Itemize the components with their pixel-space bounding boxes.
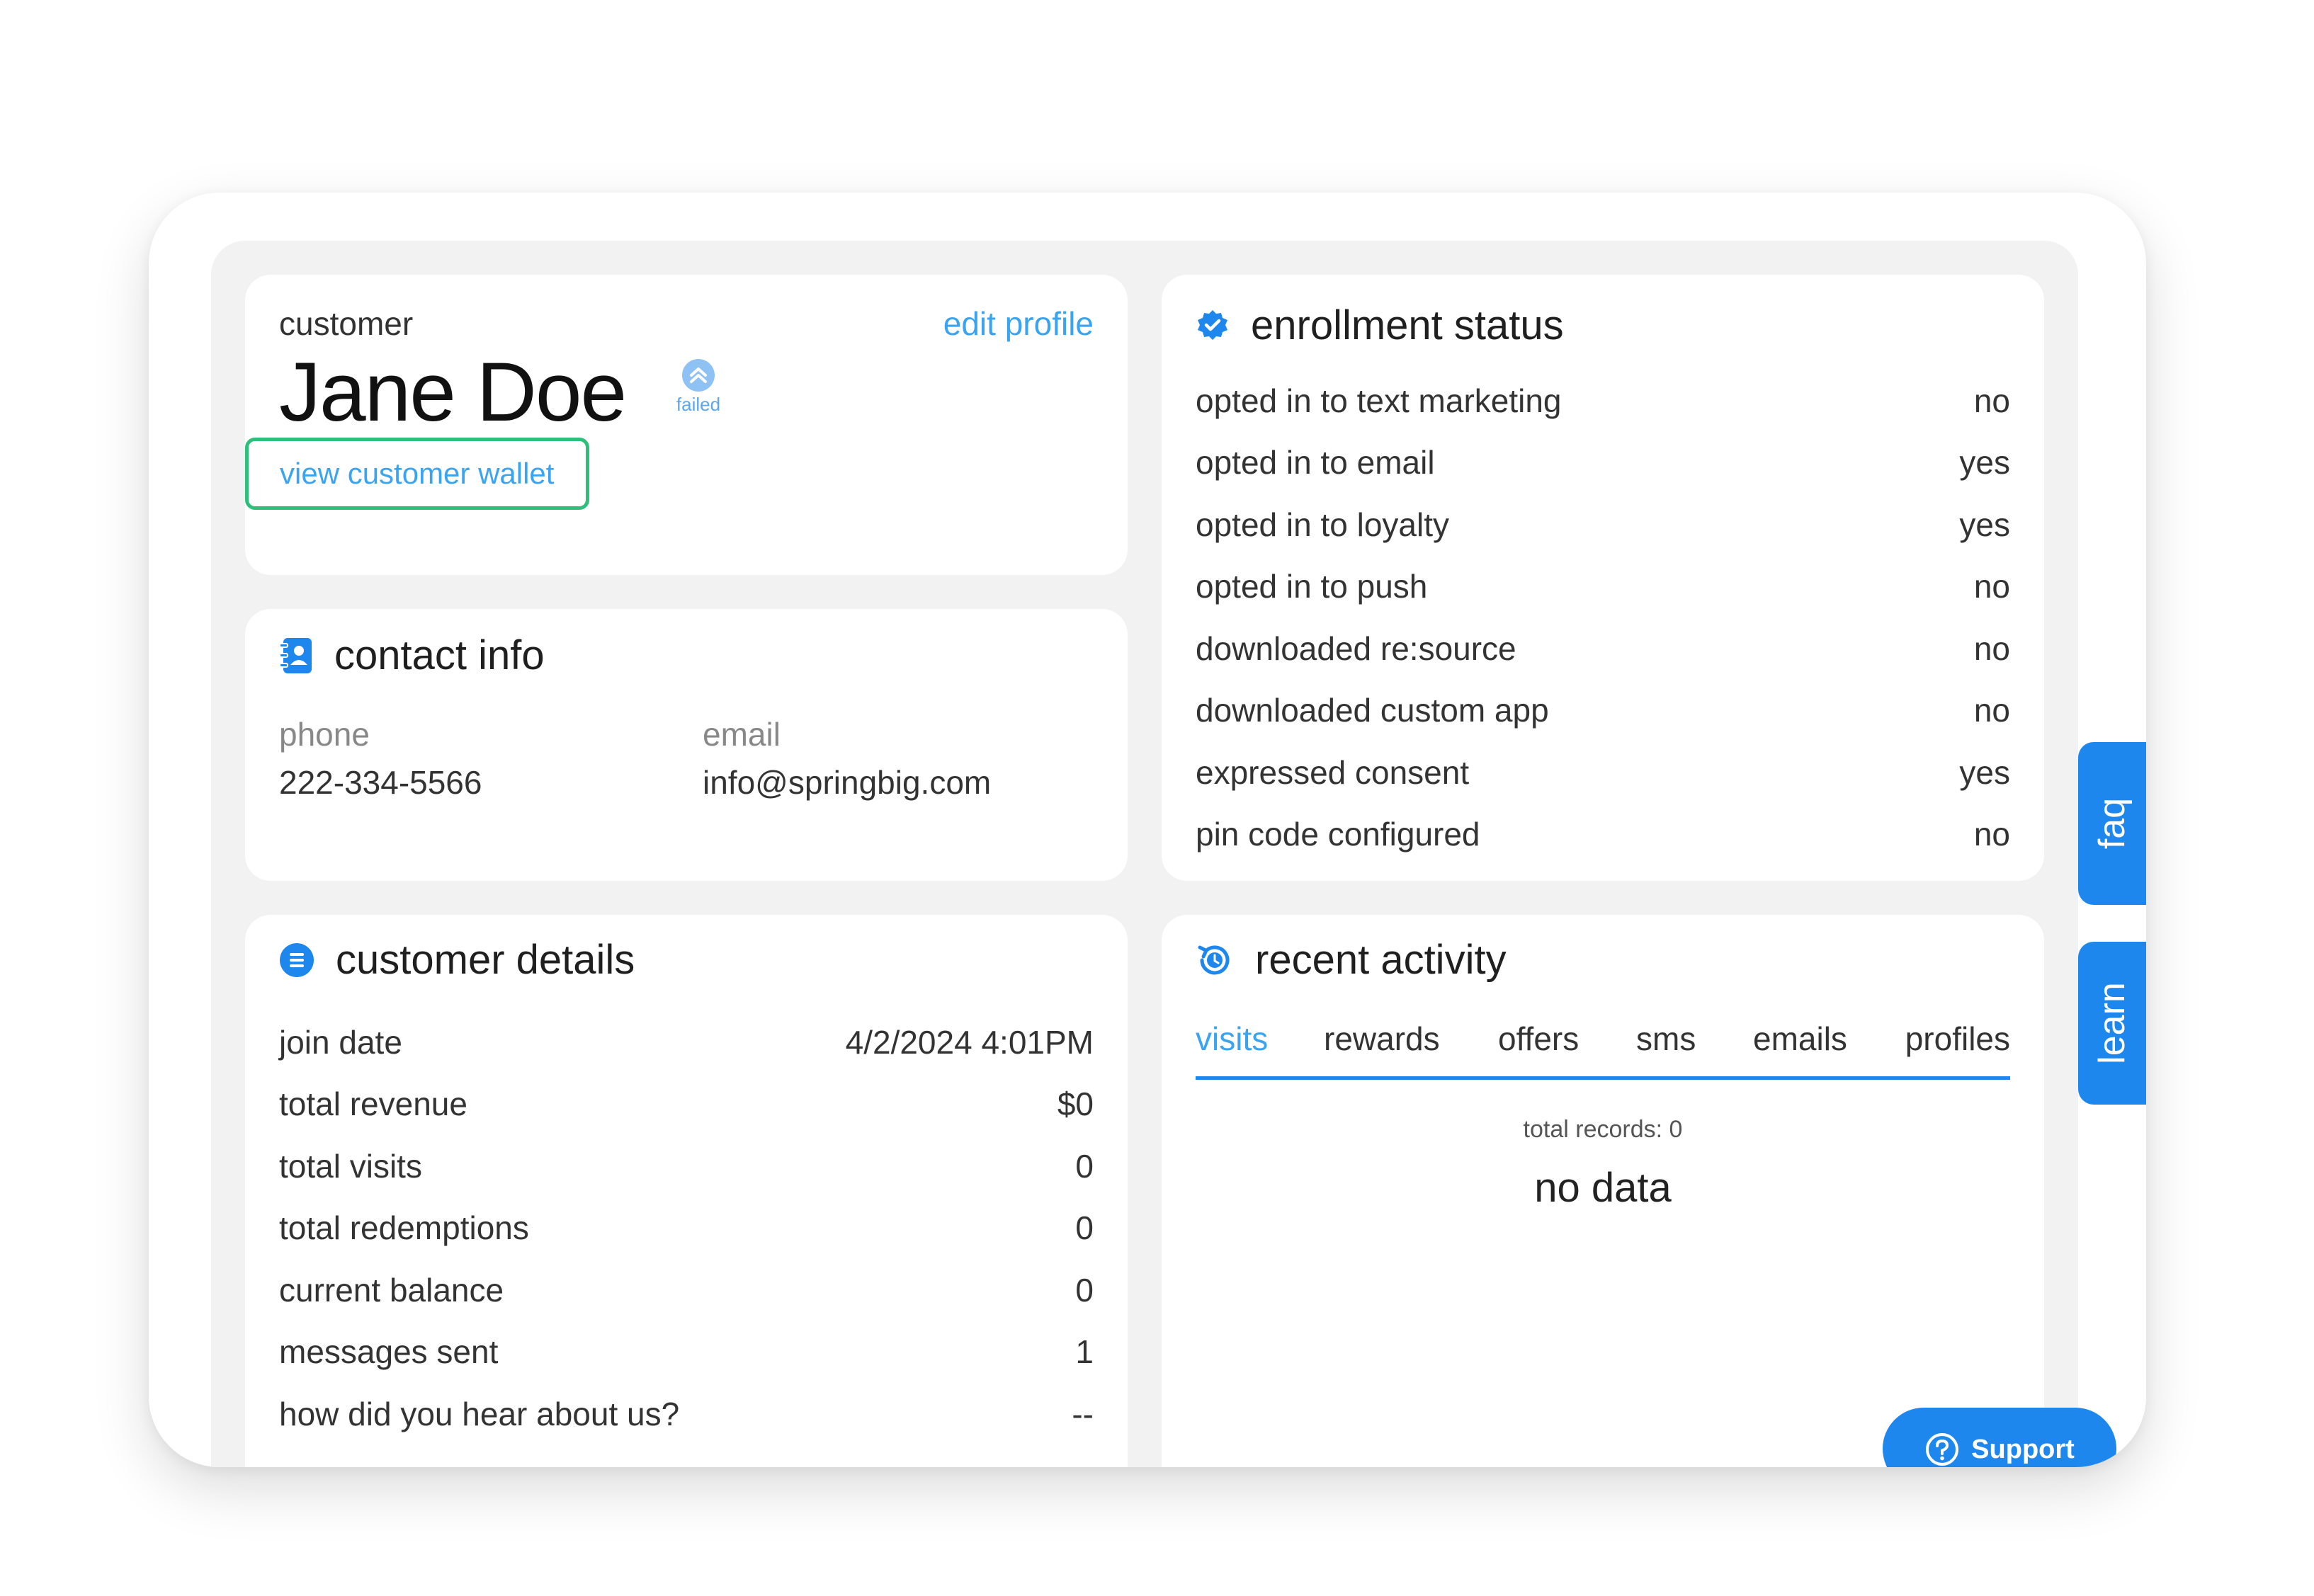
enrollment-label: pin code configured (1196, 816, 1480, 853)
history-clock-icon (1198, 945, 1230, 974)
faq-tab[interactable]: faq (2078, 742, 2146, 905)
enrollment-value: no (1973, 816, 2010, 853)
detail-label: join date (279, 1024, 402, 1061)
enrollment-value: no (1973, 382, 2010, 419)
customer-name: Jane Doe (279, 346, 627, 439)
tab-visits[interactable]: visits (1196, 1020, 1268, 1058)
tab-profiles[interactable]: profiles (1905, 1020, 2010, 1058)
status-badge: failed (670, 358, 727, 416)
total-records: total records: 0 (1523, 1116, 1683, 1143)
detail-label: messages sent (279, 1333, 499, 1370)
detail-row: total visits 0 (279, 1138, 1094, 1195)
detail-row: current balance 0 (279, 1262, 1094, 1318)
recent-activity-header: recent activity (1196, 936, 1507, 984)
recent-activity-card: recent activity visits rewards offers sm… (1162, 915, 2044, 1467)
help-circle-icon (1926, 1433, 1959, 1466)
detail-value: 0 (1075, 1272, 1094, 1309)
enrollment-label: opted in to loyalty (1196, 506, 1450, 543)
contact-info-title: contact info (334, 632, 545, 678)
activity-tabs: visits rewards offers sms emails profile… (1196, 1020, 2010, 1080)
empty-state: no data (1534, 1165, 1672, 1211)
enrollment-row: opted in to loyalty yes (1196, 496, 2010, 553)
support-button-label: Support (1971, 1435, 2075, 1464)
enrollment-value: no (1973, 692, 2010, 729)
detail-row: messages sent 1 (279, 1323, 1094, 1380)
email-label: email (703, 716, 781, 753)
detail-value: 0 (1075, 1209, 1094, 1246)
support-button[interactable]: Support (1883, 1408, 2116, 1467)
customer-label: customer (279, 305, 414, 342)
contact-info-header: contact info (279, 632, 545, 679)
phone-value: 222-334-5566 (279, 764, 482, 801)
enrollment-row: downloaded custom app no (1196, 682, 2010, 739)
detail-row: join date 4/2/2024 4:01PM (279, 1014, 1094, 1071)
detail-row: total revenue $0 (279, 1076, 1094, 1132)
detail-value: 4/2/2024 4:01PM (845, 1024, 1094, 1061)
enrollment-value: yes (1959, 444, 2010, 481)
contact-info-card: contact info phone 222-334-5566 email in… (245, 609, 1128, 881)
detail-value: 0 (1075, 1148, 1094, 1185)
learn-tab-label: learn (2092, 982, 2133, 1064)
customer-details-header: customer details (279, 936, 635, 984)
verified-check-icon (1198, 309, 1227, 340)
detail-label: total visits (279, 1148, 422, 1185)
detail-label: total revenue (279, 1085, 467, 1122)
learn-tab[interactable]: learn (2078, 942, 2146, 1105)
enrollment-label: opted in to text marketing (1196, 382, 1562, 419)
chevron-up-badge-icon (682, 359, 715, 392)
detail-label: total redemptions (279, 1209, 529, 1246)
edit-profile-link[interactable]: edit profile (943, 304, 1094, 343)
enrollment-label: opted in to push (1196, 568, 1428, 605)
enrollment-value: no (1973, 630, 2010, 667)
enrollment-row: downloaded re:source no (1196, 620, 2010, 677)
detail-value: -- (1072, 1396, 1094, 1432)
enrollment-row: opted in to push no (1196, 558, 2010, 615)
enrollment-status-title: enrollment status (1251, 302, 1564, 348)
view-wallet-label: view customer wallet (280, 457, 555, 490)
customer-card: customer edit profile Jane Doe failed vi… (245, 275, 1128, 575)
enrollment-label: expressed consent (1196, 754, 1470, 791)
enrollment-row: pin code configured no (1196, 806, 2010, 862)
phone-label: phone (279, 716, 370, 753)
enrollment-row: expressed consent yes (1196, 744, 2010, 801)
detail-value: $0 (1057, 1085, 1094, 1122)
tab-emails[interactable]: emails (1753, 1020, 1847, 1058)
enrollment-value: no (1973, 568, 2010, 605)
enrollment-value: yes (1959, 754, 2010, 791)
detail-label: how did you hear about us? (279, 1396, 680, 1432)
tab-sms[interactable]: sms (1636, 1020, 1696, 1058)
enrollment-label: downloaded re:source (1196, 630, 1516, 667)
detail-row: total redemptions 0 (279, 1199, 1094, 1256)
tab-offers[interactable]: offers (1498, 1020, 1579, 1058)
enrollment-row: opted in to text marketing no (1196, 372, 2010, 429)
list-icon (280, 942, 314, 977)
detail-value: 1 (1075, 1333, 1094, 1370)
customer-details-title: customer details (336, 937, 635, 983)
enrollment-label: downloaded custom app (1196, 692, 1549, 729)
enrollment-value: yes (1959, 506, 2010, 543)
recent-activity-title: recent activity (1255, 937, 1507, 983)
status-badge-label: failed (676, 394, 721, 415)
contact-book-icon (279, 637, 312, 673)
enrollment-status-header: enrollment status (1196, 302, 1564, 349)
faq-tab-label: faq (2091, 797, 2133, 850)
enrollment-status-card: enrollment status opted in to text marke… (1162, 275, 2044, 881)
device-frame: customer edit profile Jane Doe failed vi… (149, 193, 2146, 1467)
app-screen: customer edit profile Jane Doe failed vi… (211, 241, 2078, 1467)
enrollment-row: opted in to email yes (1196, 434, 2010, 491)
enrollment-label: opted in to email (1196, 444, 1435, 481)
email-value: info@springbig.com (703, 764, 992, 801)
detail-row: how did you hear about us? -- (279, 1386, 1094, 1442)
tab-rewards[interactable]: rewards (1324, 1020, 1440, 1058)
detail-label: current balance (279, 1272, 504, 1309)
customer-details-card: customer details join date 4/2/2024 4:01… (245, 915, 1128, 1467)
view-wallet-button[interactable]: view customer wallet (245, 438, 589, 510)
